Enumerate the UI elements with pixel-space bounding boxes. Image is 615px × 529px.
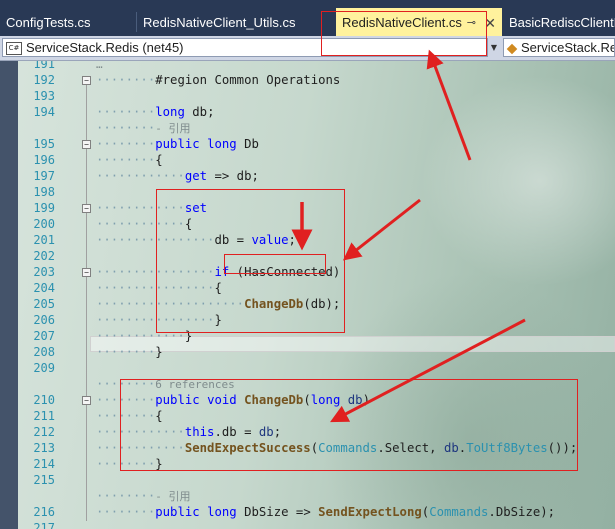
line-number: 206 (33, 313, 55, 327)
code-token: .DbSize); (488, 505, 556, 519)
code-token: } (155, 345, 163, 359)
code-token: db; (184, 105, 215, 119)
code-token: { (155, 153, 163, 167)
line-number: 195 (33, 137, 55, 151)
tab-basicredisclient[interactable]: BasicRediscClientM (503, 10, 615, 36)
code-line[interactable]: ············get => db; (96, 168, 259, 184)
line-number: 212 (33, 425, 55, 439)
annotation-box-hasconnected (224, 254, 326, 274)
collapse-icon[interactable]: − (82, 396, 91, 405)
line-number: 203 (33, 265, 55, 279)
code-token: Db (236, 137, 259, 151)
document-tab-bar: ConfigTests.cs RedisNativeClient_Utils.c… (0, 0, 615, 36)
navigation-bar: C# ServiceStack.Redis (net45) ▼ ServiceSt… (0, 36, 615, 61)
whitespace-dots: ········ (96, 73, 156, 87)
code-line[interactable]: ········#region Common Operations (96, 72, 340, 88)
type-name: ServiceStack.Re (521, 40, 615, 55)
code-token: DbSize => (236, 505, 319, 519)
line-number: 213 (33, 441, 55, 455)
line-number: 196 (33, 153, 55, 167)
code-token: … (96, 61, 103, 71)
code-editor[interactable]: … ········#region Common Operations ······… (0, 61, 615, 529)
code-line[interactable]: ········public long Db (96, 136, 259, 152)
code-line[interactable]: ········public long DbSize => SendExpect… (96, 504, 555, 520)
collapse-icon[interactable]: − (82, 76, 91, 85)
line-number: 211 (33, 409, 55, 423)
annotation-box-changedb (120, 379, 578, 471)
tab-label: ConfigTests.cs (6, 15, 91, 30)
class-icon (506, 43, 518, 54)
annotation-box-active-tab (321, 11, 487, 56)
code-token: => db; (207, 169, 259, 183)
line-number: 200 (33, 217, 55, 231)
whitespace-dots: ········ (96, 505, 156, 519)
whitespace-dots: ········ (96, 489, 156, 503)
tab-label: RedisNativeClient_Utils.cs (143, 15, 296, 30)
line-number: 215 (33, 473, 55, 487)
code-line[interactable]: ········long db; (96, 104, 214, 120)
collapse-icon[interactable]: − (82, 268, 91, 277)
code-token: long (207, 505, 237, 519)
code-token: long (207, 137, 237, 151)
editor-margin (0, 61, 18, 529)
code-token: get (184, 169, 208, 183)
code-token: public (155, 137, 200, 151)
code-line[interactable]: ········- 引用 (96, 488, 190, 504)
chevron-down-icon[interactable]: ▼ (488, 38, 500, 57)
code-token: long (155, 105, 185, 119)
code-line[interactable]: … (96, 61, 103, 72)
whitespace-dots: ········ (96, 105, 156, 119)
line-number: 216 (33, 505, 55, 519)
code-token: SendExpectLong (318, 505, 422, 519)
tab-configtests[interactable]: ConfigTests.cs (0, 10, 136, 36)
line-number: 192 (33, 73, 55, 87)
whitespace-dots: ········ (96, 137, 156, 151)
line-number: 205 (33, 297, 55, 311)
line-number: 214 (33, 457, 55, 471)
line-number: 197 (33, 169, 55, 183)
code-token: #region Common Operations (155, 73, 341, 87)
code-token: - 引用 (155, 490, 191, 503)
line-number: 198 (33, 185, 55, 199)
line-number: 210 (33, 393, 55, 407)
line-number: 191 (33, 61, 55, 71)
code-line[interactable]: ········{ (96, 152, 163, 168)
type-dropdown[interactable]: ServiceStack.Re (503, 38, 615, 57)
whitespace-dots: ········ (96, 121, 156, 135)
collapse-icon[interactable]: − (82, 140, 91, 149)
line-number: 217 (33, 521, 55, 529)
line-number: 208 (33, 345, 55, 359)
tab-redisnativeclient-utils[interactable]: RedisNativeClient_Utils.cs (137, 10, 320, 36)
line-number: 202 (33, 249, 55, 263)
project-name: ServiceStack.Redis (net45) (26, 40, 184, 55)
code-token: Commands (429, 505, 489, 519)
code-line[interactable]: ········} (96, 344, 163, 360)
csharp-project-icon: C# (6, 42, 22, 56)
tab-label: BasicRediscClientM (509, 15, 615, 30)
collapse-icon[interactable]: − (82, 204, 91, 213)
line-number: 201 (33, 233, 55, 247)
line-number: 207 (33, 329, 55, 343)
line-number: 194 (33, 105, 55, 119)
line-number: 204 (33, 281, 55, 295)
line-number: 209 (33, 361, 55, 375)
whitespace-dots: ········ (96, 153, 156, 167)
whitespace-dots: ············ (96, 169, 185, 183)
code-token: public (155, 505, 200, 519)
whitespace-dots: ········ (96, 345, 156, 359)
code-line[interactable]: ········- 引用 (96, 120, 190, 136)
line-number: 199 (33, 201, 55, 215)
code-token: - 引用 (155, 122, 191, 135)
line-number: 193 (33, 89, 55, 103)
